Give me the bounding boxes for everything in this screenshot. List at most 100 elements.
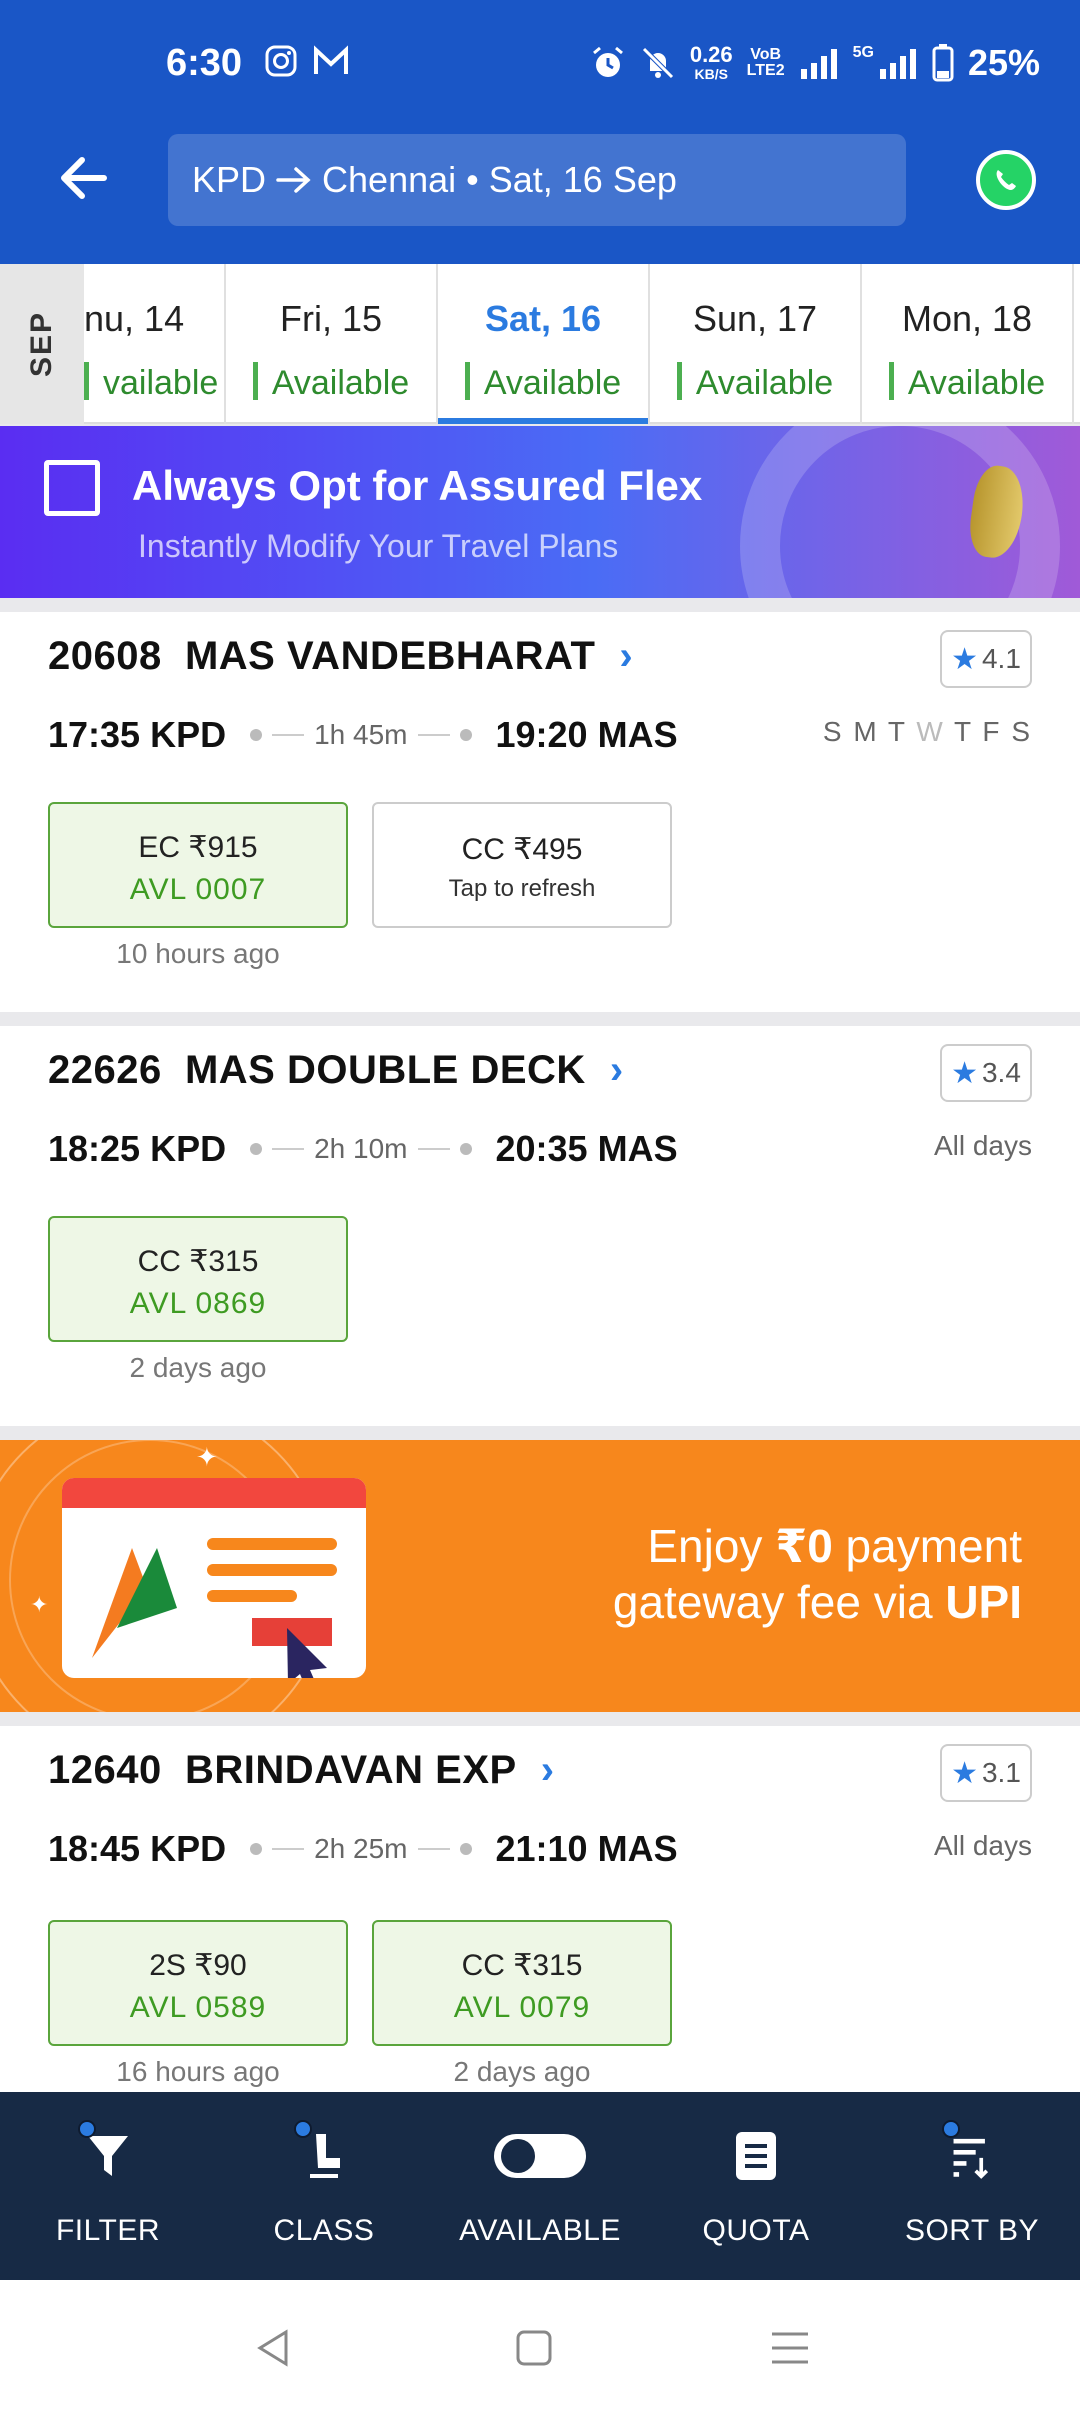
- promo-highlight: ₹0: [775, 1520, 833, 1572]
- arrow-right-icon: [276, 167, 311, 193]
- fare-class: EC ₹915: [138, 831, 258, 864]
- lte-label: LTE2: [746, 62, 785, 79]
- signal-icon-2: [879, 49, 916, 79]
- rating-value: 3.1: [981, 1757, 1021, 1788]
- system-navigation-bar: [0, 2280, 1080, 2412]
- rating-badge: ★ 3.1: [940, 1744, 1032, 1802]
- rating-badge: ★ 3.4: [940, 1044, 1032, 1102]
- train-number: 22626: [48, 1048, 162, 1092]
- sort-label: SORT BY: [904, 2214, 1040, 2247]
- available-label: AVAILABLE: [459, 2214, 621, 2247]
- promo-highlight: UPI: [945, 1576, 1022, 1628]
- bottom-action-bar: FILTER CLASS AVAILABLE QUOTA SORT BY: [0, 2092, 1080, 2280]
- whatsapp-icon[interactable]: [976, 150, 1036, 210]
- app-header: 6:30 0.26 KB/S VoB LTE2 5G 25% KPD Chennai…: [0, 0, 1080, 264]
- day-t: T: [954, 716, 973, 747]
- chevron-right-icon: ›: [540, 1748, 555, 1792]
- departure: 18:45 KPD: [48, 1828, 227, 1869]
- instagram-icon: [265, 45, 297, 77]
- route-details: Chennai • Sat, 16 Sep: [322, 159, 677, 200]
- route-search-box[interactable]: KPD Chennai • Sat, 16 Sep: [168, 134, 906, 226]
- class-button[interactable]: CLASS: [216, 2092, 432, 2280]
- upi-promo-banner[interactable]: ✦ ✦ Enjoy ₹0 payment gateway fee via UPI: [0, 1440, 1080, 1712]
- signal-icon: [800, 49, 837, 79]
- home-square-icon[interactable]: [514, 2328, 554, 2368]
- status-bar: 6:30 0.26 KB/S VoB LTE2 5G 25%: [0, 38, 1080, 90]
- rating-badge: ★ 4.1: [940, 630, 1032, 688]
- date-availability: Available: [862, 362, 1072, 403]
- fare-class: CC ₹315: [137, 1245, 259, 1278]
- fare-box-cc[interactable]: CC ₹315 AVL 0079: [372, 1920, 672, 2046]
- date-availability: Available: [650, 362, 860, 403]
- assured-flex-banner[interactable]: Always Opt for Assured Flex Instantly Mo…: [0, 426, 1080, 598]
- train-card-20608[interactable]: 20608 MAS VANDEBHARAT › ★ 4.1 17:35 KPD 1h…: [0, 612, 1080, 1012]
- chevron-right-icon: ›: [609, 1048, 624, 1092]
- date-selector: SEP nu, 14 vailable Fri, 15 Available Sa…: [0, 264, 1080, 424]
- filter-button[interactable]: FILTER: [0, 2092, 216, 2280]
- fare-availability: AVL 0869: [129, 1287, 267, 1320]
- arrival: 20:35 MAS: [495, 1128, 678, 1169]
- quota-button[interactable]: QUOTA: [648, 2092, 864, 2280]
- active-badge: [78, 2120, 96, 2138]
- filter-icon: [88, 2136, 128, 2176]
- fare-box-cc[interactable]: CC ₹495 Tap to refresh: [372, 802, 672, 928]
- volte-label: VoB: [750, 46, 782, 63]
- train-card-22626[interactable]: 22626 MAS DOUBLE DECK › ★ 3.4 18:25 KPD 2h…: [0, 1026, 1080, 1426]
- running-days: S M T W T F S: [823, 716, 1032, 748]
- bhim-logo-graphic: [92, 1538, 337, 1678]
- train-name: MAS DOUBLE DECK: [184, 1048, 586, 1092]
- assured-flex-checkbox[interactable]: [44, 460, 100, 516]
- class-label: CLASS: [273, 2214, 375, 2247]
- fare-availability: AVL 0007: [129, 873, 267, 906]
- date-tab-16[interactable]: Sat, 16 Available: [438, 264, 650, 424]
- star-icon: ★: [951, 1056, 978, 1090]
- updated-ago: 2 days ago: [453, 2056, 591, 2087]
- departure: 17:35 KPD: [48, 714, 227, 755]
- date-tab-15[interactable]: Fri, 15 Available: [226, 264, 438, 424]
- duration: 1h 45m: [314, 719, 408, 750]
- svg-text:✦: ✦: [30, 1592, 48, 1617]
- date-availability: Available: [226, 362, 436, 403]
- fare-box-ec[interactable]: EC ₹915 AVL 0007: [48, 802, 348, 928]
- gmail-icon: [314, 45, 348, 74]
- date-tab-17[interactable]: Sun, 17 Available: [650, 264, 862, 424]
- status-time: 6:30: [166, 42, 243, 84]
- duration: 2h 25m: [314, 1833, 408, 1864]
- train-title[interactable]: 22626 MAS DOUBLE DECK ›: [48, 1048, 624, 1093]
- back-triangle-icon[interactable]: [254, 2328, 294, 2368]
- net-unit: KB/S: [694, 66, 728, 82]
- back-arrow-icon[interactable]: [54, 148, 114, 208]
- day-w: W: [916, 716, 945, 747]
- train-title[interactable]: 20608 MAS VANDEBHARAT ›: [48, 634, 633, 679]
- date-tab-14[interactable]: nu, 14 vailable: [84, 264, 226, 424]
- running-days: All days: [933, 1130, 1032, 1161]
- star-icon: ★: [951, 642, 978, 676]
- seat-icon: [310, 2134, 340, 2178]
- fare-box-cc[interactable]: CC ₹315 AVL 0869: [48, 1216, 348, 1342]
- day-t: T: [887, 716, 907, 747]
- date-tab-18[interactable]: Mon, 18 Available: [862, 264, 1074, 424]
- chevron-right-icon: ›: [619, 634, 634, 678]
- sort-button[interactable]: SORT BY: [864, 2092, 1080, 2280]
- menu-lines-icon[interactable]: [770, 2328, 810, 2368]
- departure: 18:25 KPD: [48, 1128, 227, 1169]
- rating-value: 3.4: [981, 1057, 1021, 1088]
- available-toggle[interactable]: AVAILABLE: [432, 2092, 648, 2280]
- day-f: F: [982, 716, 1002, 747]
- train-name: BRINDAVAN EXP: [184, 1748, 517, 1792]
- battery-icon: [932, 44, 954, 82]
- date-label: Mon, 18: [901, 298, 1033, 339]
- route-from: KPD: [192, 159, 267, 200]
- train-card-12640[interactable]: 12640 BRINDAVAN EXP › ★ 3.1 18:45 KPD 2h 2…: [0, 1726, 1080, 2106]
- train-number: 12640: [48, 1748, 162, 1792]
- flex-subtitle: Instantly Modify Your Travel Plans: [138, 528, 619, 564]
- duration: 2h 10m: [314, 1133, 408, 1164]
- day-s: S: [822, 716, 844, 747]
- quota-label: QUOTA: [702, 2214, 810, 2247]
- active-badge: [942, 2120, 960, 2138]
- train-title[interactable]: 12640 BRINDAVAN EXP ›: [48, 1748, 555, 1793]
- date-availability: vailable: [84, 362, 224, 403]
- filter-label: FILTER: [55, 2214, 161, 2247]
- train-number: 20608: [48, 634, 162, 678]
- fare-box-2s[interactable]: 2S ₹90 AVL 0589: [48, 1920, 348, 2046]
